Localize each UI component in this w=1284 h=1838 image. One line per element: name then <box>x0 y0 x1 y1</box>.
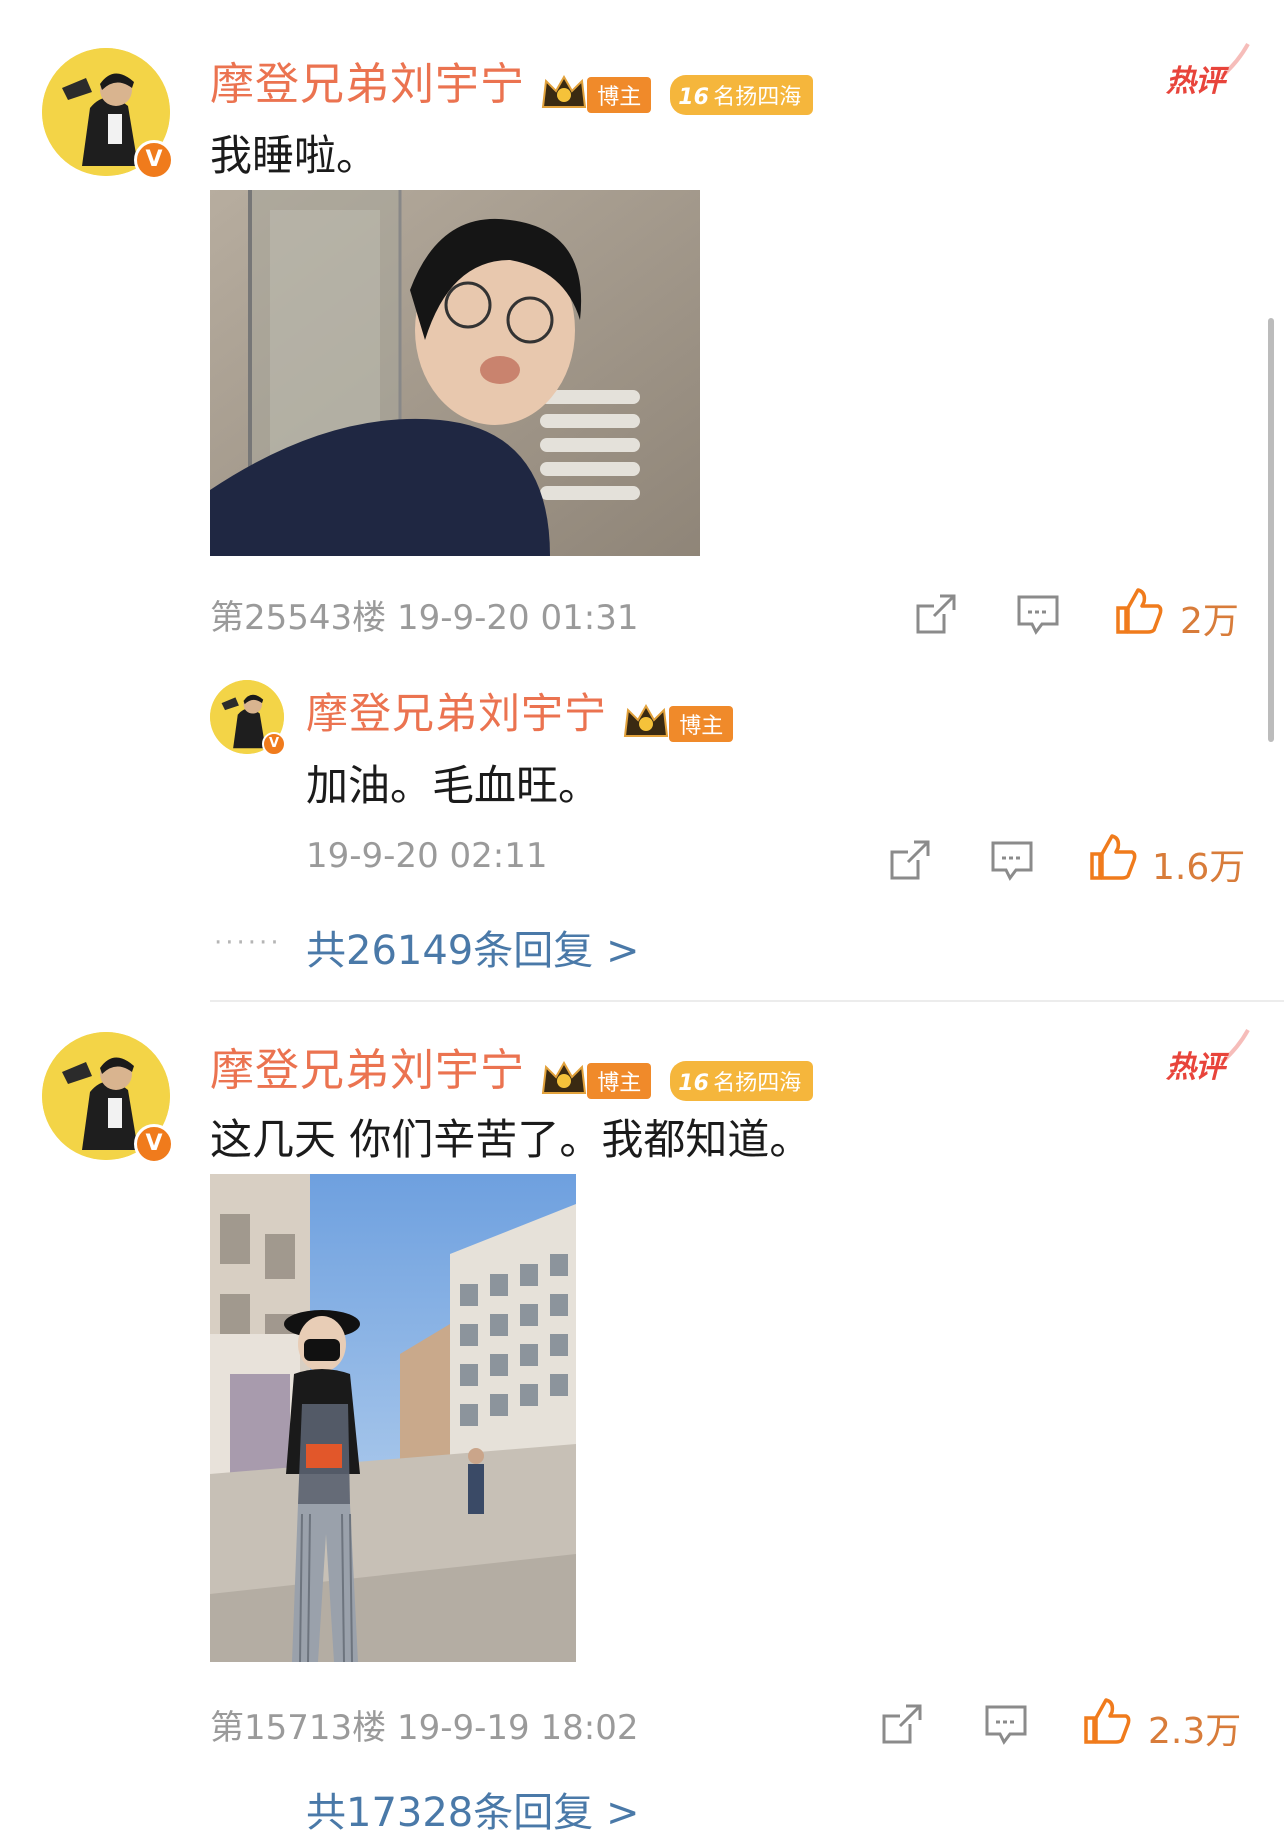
comment-meta: 第25543楼 19-9-20 01:31 <box>210 598 639 638</box>
verified-icon: V <box>134 1124 174 1164</box>
more-replies-link[interactable]: 共26149条回复 > <box>306 918 639 976</box>
fame-level: 16 <box>678 84 709 110</box>
blogger-badge: 博主 <box>587 76 652 113</box>
more-replies-dots: ······ <box>214 928 282 958</box>
comment-image[interactable] <box>210 1174 576 1662</box>
comment-item: V 摩登兄弟刘宇宁 博主 16 名扬四海 热评 这几天 你们辛苦了。我都知道。 <box>0 1000 1284 1836</box>
fame-badge: 16 名扬四海 <box>670 74 814 115</box>
comment-icon[interactable] <box>990 840 1034 886</box>
comment-icon[interactable] <box>1016 594 1060 640</box>
avatar[interactable]: V <box>42 48 174 180</box>
comment-item: V 摩登兄弟刘宇宁 博主 16 名扬四海 热评 我睡啦。 第25543楼 19-… <box>0 0 1284 1000</box>
fame-badge: 16 名扬四海 <box>670 1060 814 1101</box>
comment-header: 摩登兄弟刘宇宁 博主 16 名扬四海 <box>210 48 814 115</box>
fame-label: 名扬四海 <box>713 84 802 110</box>
comment-meta: 第15713楼 19-9-19 18:02 <box>210 1708 639 1748</box>
blogger-badge: 博主 <box>669 705 734 742</box>
comment-header: 摩登兄弟刘宇宁 博主 16 名扬四海 <box>210 1034 814 1103</box>
verified-icon: V <box>134 140 174 180</box>
like-icon[interactable] <box>1082 1696 1132 1750</box>
hot-comment-label: 热评 <box>1166 64 1225 99</box>
share-icon[interactable] <box>914 592 958 640</box>
crown-icon <box>622 702 670 746</box>
more-replies-link[interactable]: 共17328条回复 > <box>306 1780 639 1838</box>
comment-icon[interactable] <box>984 1704 1028 1750</box>
comment-text: 这几天 你们辛苦了。我都知道。 <box>210 1115 812 1164</box>
hot-comment-icon: 热评 <box>1166 1029 1250 1086</box>
comment-image[interactable] <box>210 190 700 556</box>
username[interactable]: 摩登兄弟刘宇宁 <box>210 59 525 110</box>
avatar[interactable]: V <box>42 1032 174 1164</box>
like-count: 2万 <box>1180 601 1239 642</box>
reply-like-count: 1.6万 <box>1152 847 1246 888</box>
share-icon[interactable] <box>888 838 932 886</box>
comment-text: 我睡啦。 <box>210 131 379 180</box>
username[interactable]: 摩登兄弟刘宇宁 <box>210 1045 525 1096</box>
share-icon[interactable] <box>880 1702 924 1750</box>
hot-comment-label: 热评 <box>1166 1050 1225 1085</box>
blogger-badge: 博主 <box>587 1062 652 1099</box>
reply-text: 加油。毛血旺。 <box>306 761 601 810</box>
crown-icon <box>540 1059 588 1103</box>
hot-comment-icon: 热评 <box>1166 43 1250 100</box>
like-icon[interactable] <box>1088 832 1138 886</box>
like-count: 2.3万 <box>1148 1711 1242 1752</box>
crown-icon <box>540 73 588 117</box>
reply-header: 摩登兄弟刘宇宁 博主 <box>306 680 734 746</box>
fame-level: 16 <box>678 1070 709 1096</box>
reply-avatar[interactable]: V <box>210 680 286 756</box>
reply-username[interactable]: 摩登兄弟刘宇宁 <box>306 689 607 738</box>
fame-label: 名扬四海 <box>713 1070 802 1096</box>
reply-meta: 19-9-20 02:11 <box>306 836 548 876</box>
verified-icon: V <box>262 732 286 756</box>
like-icon[interactable] <box>1114 586 1164 640</box>
